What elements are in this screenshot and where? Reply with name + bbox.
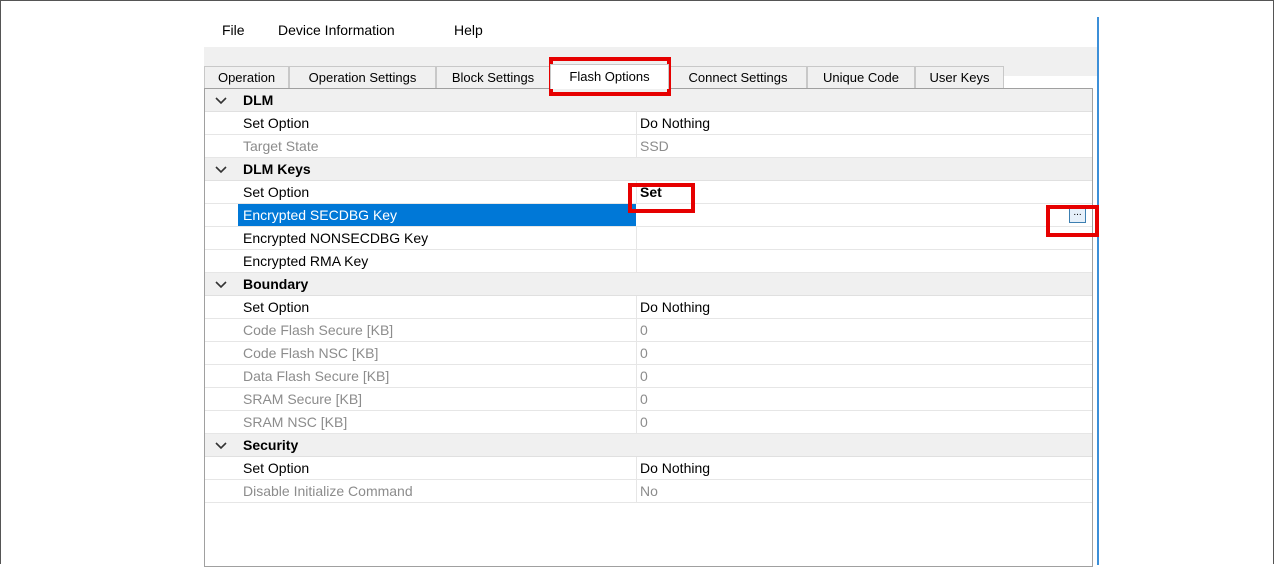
column-divider [636,227,637,249]
property-label: Set Option [243,184,310,200]
column-divider [636,319,637,341]
property-label: Target State [243,138,319,154]
column-divider [636,135,637,157]
property-row[interactable]: Data Flash Secure [KB] 0 [205,365,1092,388]
property-value: SSD [640,138,669,154]
property-value: 0 [640,322,648,338]
chevron-down-icon[interactable] [213,160,229,178]
property-row[interactable]: SRAM Secure [KB] 0 [205,388,1092,411]
column-divider [636,457,637,479]
property-grid[interactable]: DLM Set Option Do Nothing Target State S… [204,88,1093,567]
tab-user-keys[interactable]: User Keys [915,66,1004,88]
column-divider [636,411,637,433]
category-boundary[interactable]: Boundary [205,273,1092,296]
property-row[interactable]: Disable Initialize Command No [205,480,1092,503]
property-value[interactable]: Set [640,184,662,200]
tab-connect-settings[interactable]: Connect Settings [669,66,807,88]
property-row[interactable]: Set Option Do Nothing [205,112,1092,135]
column-divider [636,181,637,203]
tab-operation[interactable]: Operation [204,66,289,88]
property-value: 0 [640,391,648,407]
property-row[interactable]: Set Option Do Nothing [205,457,1092,480]
tab-block-settings[interactable]: Block Settings [436,66,550,88]
chevron-down-icon[interactable] [213,436,229,454]
property-row[interactable]: Code Flash NSC [KB] 0 [205,342,1092,365]
tab-flash-options[interactable]: Flash Options [550,64,669,89]
property-value[interactable]: Do Nothing [640,460,710,476]
property-label: Encrypted RMA Key [243,253,369,269]
property-value: 0 [640,368,648,384]
chevron-down-icon[interactable] [213,275,229,293]
ellipsis-button[interactable]: ... [1069,207,1086,223]
category-label: DLM Keys [243,161,311,177]
property-label: Set Option [243,299,310,315]
category-label: Security [243,437,299,453]
property-value[interactable]: Do Nothing [640,299,710,315]
property-row-selected[interactable]: Encrypted SECDBG Key ... [205,204,1092,227]
chevron-down-icon[interactable] [213,91,229,109]
column-divider [636,365,637,387]
property-row[interactable]: Encrypted NONSECDBG Key [205,227,1092,250]
property-label: Code Flash NSC [KB] [243,345,379,361]
property-row[interactable]: Encrypted RMA Key [205,250,1092,273]
tab-strip: Operation Operation Settings Block Setti… [204,64,1097,89]
column-divider [636,112,637,134]
property-value: 0 [640,345,648,361]
property-row[interactable]: Code Flash Secure [KB] 0 [205,319,1092,342]
property-label: SRAM Secure [KB] [243,391,363,407]
property-label: Data Flash Secure [KB] [243,368,390,384]
column-divider [636,388,637,410]
property-label: Encrypted NONSECDBG Key [243,230,429,246]
menu-help[interactable]: Help [452,22,485,38]
column-divider [636,480,637,502]
property-label: Set Option [243,460,310,476]
property-row[interactable]: Target State SSD [205,135,1092,158]
property-value[interactable]: Do Nothing [640,115,710,131]
app-window: File Device Information Help Operation O… [204,17,1097,567]
tab-unique-code[interactable]: Unique Code [807,66,915,88]
property-label: Disable Initialize Command [243,483,413,499]
column-divider [636,296,637,318]
category-dlm-keys[interactable]: DLM Keys [205,158,1092,181]
selection-highlight: Encrypted SECDBG Key [238,204,636,226]
property-row[interactable]: Set Option Set [205,181,1092,204]
property-row[interactable]: SRAM NSC [KB] 0 [205,411,1092,434]
property-row[interactable]: Set Option Do Nothing [205,296,1092,319]
property-label: Encrypted SECDBG Key [243,207,398,223]
property-value: 0 [640,414,648,430]
category-dlm[interactable]: DLM [205,89,1092,112]
menu-bar: File Device Information Help [204,17,1097,47]
category-label: Boundary [243,276,309,292]
property-label: Set Option [243,115,310,131]
property-label: SRAM NSC [KB] [243,414,348,430]
category-label: DLM [243,92,274,108]
menu-device-information[interactable]: Device Information [276,22,397,38]
column-divider [636,342,637,364]
category-security[interactable]: Security [205,434,1092,457]
tab-operation-settings[interactable]: Operation Settings [289,66,436,88]
property-value: No [640,483,658,499]
property-label: Code Flash Secure [KB] [243,322,394,338]
column-divider [636,250,637,272]
menu-file[interactable]: File [220,22,247,38]
window-edge [1097,17,1099,565]
